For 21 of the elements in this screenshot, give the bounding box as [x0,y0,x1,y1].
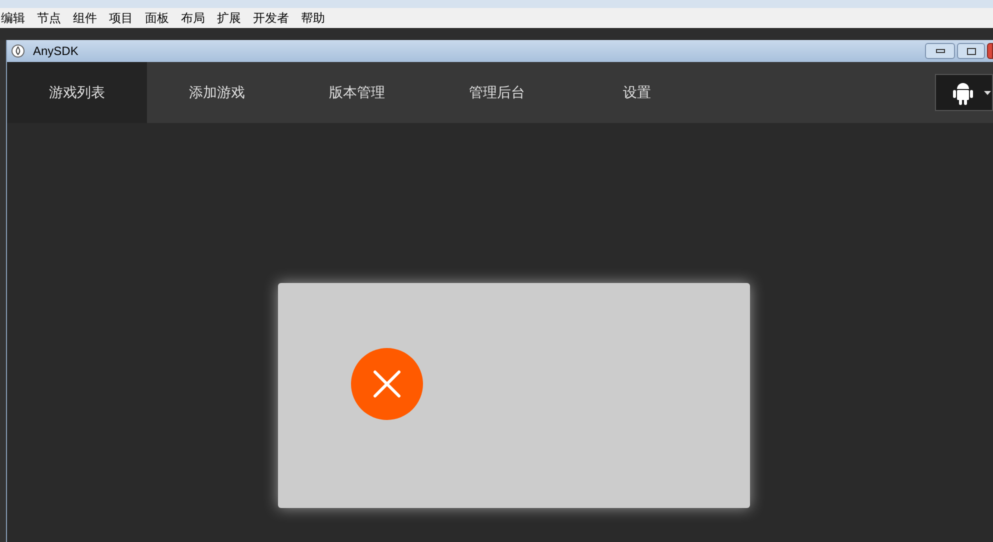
menu-item[interactable]: 扩展 [217,9,241,27]
close-button[interactable] [987,43,993,59]
menu-item[interactable]: 开发者 [253,9,289,27]
menu-item[interactable]: 编辑 [1,9,25,27]
minimize-button[interactable] [925,43,955,59]
menu-item[interactable]: 组件 [73,9,97,27]
window-title: AnySDK [33,43,78,60]
maximize-icon [966,48,976,54]
minimize-icon [936,49,944,53]
caret-icon [984,90,991,94]
drop-icon [11,44,25,58]
platform-dropdown[interactable] [935,74,993,111]
menu-item[interactable]: 面板 [145,9,169,27]
menu-item[interactable]: 节点 [37,9,61,27]
error-icon [351,348,423,420]
menu-item[interactable]: 布局 [181,9,205,27]
menu-item[interactable]: 项目 [109,9,133,27]
menu-item[interactable]: 帮助 [301,9,325,27]
android-icon [952,80,974,104]
maximize-button[interactable] [957,43,985,59]
nav-tab[interactable]: 游戏列表 [7,62,147,123]
